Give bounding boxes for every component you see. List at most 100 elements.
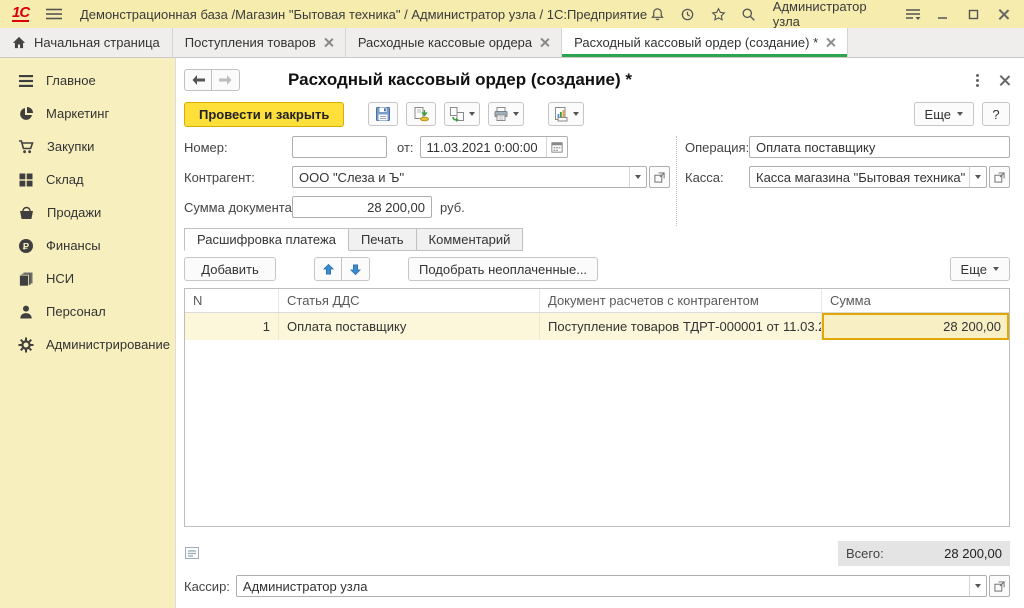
payment-breakdown-table: N Статья ДДС Документ расчетов с контраг… xyxy=(184,288,1010,527)
tab-label: Поступления товаров xyxy=(185,35,316,50)
table-empty-area[interactable] xyxy=(185,340,1009,526)
open-link-icon[interactable] xyxy=(989,575,1010,597)
cashdesk-input[interactable]: Касса магазина "Бытовая техника" xyxy=(749,166,987,188)
col-header-n[interactable]: N xyxy=(185,289,279,312)
dropdown-button[interactable] xyxy=(629,167,646,187)
move-up-button[interactable] xyxy=(314,257,342,281)
sidebar-item-nsi[interactable]: НСИ xyxy=(0,262,175,295)
books-icon xyxy=(18,271,34,287)
tab-payment-breakdown[interactable]: Расшифровка платежа xyxy=(184,228,349,251)
counterparty-value[interactable]: ООО "Слеза и Ъ" xyxy=(293,167,629,187)
form-area: Расходный кассовый ордер (создание) * Пр… xyxy=(175,58,1024,608)
tab-close-icon[interactable] xyxy=(324,38,333,47)
calendar-icon[interactable] xyxy=(546,137,567,157)
open-link-icon[interactable] xyxy=(649,166,670,188)
current-user[interactable]: Администратор узла xyxy=(773,0,889,29)
amount-label: Сумма документа: xyxy=(184,200,292,215)
tab-cash-orders-list[interactable]: Расходные кассовые ордера xyxy=(346,28,562,57)
sidebar-item-finance[interactable]: Р Финансы xyxy=(0,229,175,262)
add-row-button[interactable]: Добавить xyxy=(184,257,276,281)
kebab-menu-icon[interactable] xyxy=(976,74,979,87)
basket-icon xyxy=(18,205,35,221)
more-button-top[interactable]: Еще xyxy=(914,102,974,126)
post-document-button[interactable] xyxy=(406,102,436,126)
detail-tabs: Расшифровка платежа Печать Комментарий xyxy=(176,228,1024,251)
cell-doc[interactable]: Поступление товаров ТДРТ-000001 от 11.03… xyxy=(540,313,822,340)
amount-input[interactable]: 28 200,00 xyxy=(292,196,432,218)
more-button-table[interactable]: Еще xyxy=(950,257,1010,281)
cell-sum-selected[interactable]: 28 200,00 xyxy=(822,313,1009,340)
tab-close-icon[interactable] xyxy=(826,38,835,47)
sidebar-item-personnel[interactable]: Персонал xyxy=(0,295,175,328)
tab-home[interactable]: Начальная страница xyxy=(0,28,173,57)
form-close-icon[interactable] xyxy=(999,75,1010,86)
tab-goods-receipts[interactable]: Поступления товаров xyxy=(173,28,346,57)
forward-button[interactable] xyxy=(212,69,240,91)
close-icon[interactable] xyxy=(994,3,1014,25)
more-label: Еще xyxy=(961,262,987,277)
col-header-dds[interactable]: Статья ДДС xyxy=(279,289,540,312)
pallet-icon xyxy=(18,172,34,188)
menu-lines-icon xyxy=(18,73,34,89)
search-icon[interactable] xyxy=(738,3,758,25)
table-header: N Статья ДДС Документ расчетов с контраг… xyxy=(185,289,1009,313)
create-based-on-button[interactable] xyxy=(444,102,480,126)
date-value[interactable]: 11.03.2021 0:00:00 xyxy=(421,137,546,157)
sidebar-item-main[interactable]: Главное xyxy=(0,64,175,97)
post-and-close-button[interactable]: Провести и закрыть xyxy=(184,102,344,127)
dropdown-caret-icon xyxy=(993,267,999,271)
pie-chart-icon xyxy=(18,106,34,122)
print-button[interactable] xyxy=(488,102,524,126)
cell-n[interactable]: 1 xyxy=(185,313,279,340)
list-note-icon[interactable] xyxy=(184,545,200,561)
open-link-icon[interactable] xyxy=(989,166,1010,188)
sidebar-item-sales[interactable]: Продажи xyxy=(0,196,175,229)
sidebar-item-label: Продажи xyxy=(47,205,101,220)
save-button[interactable] xyxy=(368,102,398,126)
col-header-sum[interactable]: Сумма xyxy=(822,289,1009,312)
sidebar-item-purchases[interactable]: Закупки xyxy=(0,130,175,163)
maximize-icon[interactable] xyxy=(963,3,983,25)
cashdesk-label: Касса: xyxy=(685,170,749,185)
app-window: 1С Демонстрационная база /Магазин "Бытов… xyxy=(0,0,1024,608)
sidebar-item-label: Закупки xyxy=(47,139,94,154)
dropdown-button[interactable] xyxy=(969,576,986,596)
reports-button[interactable] xyxy=(548,102,584,126)
date-label: от: xyxy=(397,140,414,155)
counterparty-input[interactable]: ООО "Слеза и Ъ" xyxy=(292,166,647,188)
sidebar-item-warehouse[interactable]: Склад xyxy=(0,163,175,196)
service-menu-icon[interactable] xyxy=(902,3,922,25)
hamburger-icon[interactable] xyxy=(43,3,64,25)
window-title: Демонстрационная база /Магазин "Бытовая … xyxy=(80,7,647,22)
number-label: Номер: xyxy=(184,140,292,155)
tab-cash-order-new[interactable]: Расходный кассовый ордер (создание) * xyxy=(562,28,848,57)
tab-comment[interactable]: Комментарий xyxy=(417,228,524,251)
1c-logo: 1С xyxy=(12,6,29,22)
sidebar-item-marketing[interactable]: Маркетинг xyxy=(0,97,175,130)
sidebar-item-administration[interactable]: Администрирование xyxy=(0,328,175,361)
cashier-value[interactable]: Администратор узла xyxy=(237,576,969,596)
col-header-doc[interactable]: Документ расчетов с контрагентом xyxy=(540,289,822,312)
number-input[interactable] xyxy=(292,136,387,158)
bell-icon[interactable] xyxy=(647,3,667,25)
tab-print[interactable]: Печать xyxy=(349,228,417,251)
date-input[interactable]: 11.03.2021 0:00:00 xyxy=(420,136,568,158)
operation-label: Операция: xyxy=(685,140,749,155)
help-button[interactable]: ? xyxy=(982,102,1010,126)
pick-unpaid-button[interactable]: Подобрать неоплаченные... xyxy=(408,257,598,281)
star-icon[interactable] xyxy=(708,3,728,25)
total-value: 28 200,00 xyxy=(944,546,1002,561)
tab-close-icon[interactable] xyxy=(540,38,549,47)
table-row[interactable]: 1 Оплата поставщику Поступление товаров … xyxy=(185,313,1009,340)
history-icon[interactable] xyxy=(678,3,698,25)
cell-dds[interactable]: Оплата поставщику xyxy=(279,313,540,340)
minimize-icon[interactable] xyxy=(933,3,953,25)
move-down-button[interactable] xyxy=(342,257,370,281)
arrow-down-icon xyxy=(349,263,362,276)
cashdesk-value[interactable]: Касса магазина "Бытовая техника" xyxy=(750,167,969,187)
operation-input[interactable]: Оплата поставщику xyxy=(749,136,1010,158)
cashier-input[interactable]: Администратор узла xyxy=(236,575,987,597)
dropdown-button[interactable] xyxy=(969,167,986,187)
total-label: Всего: xyxy=(846,546,884,561)
back-button[interactable] xyxy=(184,69,212,91)
